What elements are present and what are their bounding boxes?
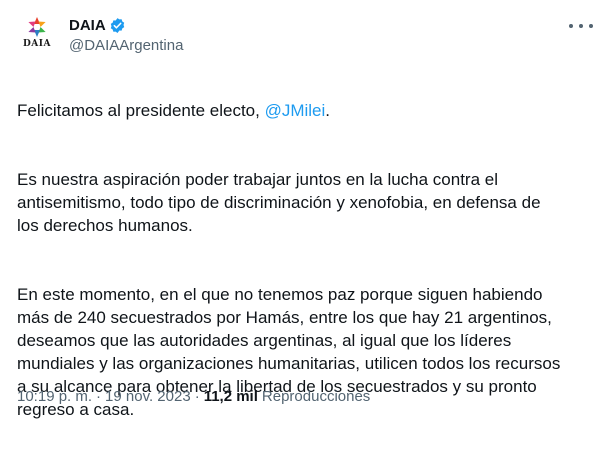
mention-link[interactable]: @JMilei	[265, 101, 326, 120]
views-label: Reproducciones	[261, 388, 371, 405]
avatar-logo-text: DAIA	[23, 39, 51, 49]
meta-separator: ·	[96, 388, 102, 405]
user-handle[interactable]: @DAIAArgentina	[69, 37, 183, 54]
paragraph-1-text: Felicitamos al presidente electo,	[17, 101, 265, 120]
tweet-paragraph-1: Felicitamos al presidente electo, @JMile…	[17, 99, 597, 122]
tweet-card: DAIA DAIA @DAIAArgentina Felicitamos al …	[0, 0, 610, 422]
avatar[interactable]: DAIA	[17, 15, 57, 55]
verified-badge-icon	[109, 17, 126, 34]
more-dot	[569, 24, 573, 28]
more-dot	[579, 24, 583, 28]
author-names: DAIA @DAIAArgentina	[69, 15, 183, 55]
more-dot	[589, 24, 593, 28]
more-icon[interactable]	[569, 17, 593, 35]
meta-separator: ·	[194, 388, 200, 405]
tweet-meta: 10:19 p. m. · 19 nov. 2023 · 11,2 mil Re…	[17, 388, 370, 405]
display-name[interactable]: DAIA	[69, 17, 106, 34]
tweet-time[interactable]: 10:19 p. m.	[17, 388, 92, 405]
tweet-text: Felicitamos al presidente electo, @JMile…	[17, 76, 597, 467]
tweet-paragraph-2: Es nuestra aspiración poder trabajar jun…	[17, 170, 541, 235]
paragraph-1-end: .	[325, 101, 331, 120]
tweet-date[interactable]: 19 nov. 2023	[105, 388, 191, 405]
daia-star-logo-icon	[28, 17, 46, 37]
display-name-row: DAIA	[69, 15, 183, 35]
views-count: 11,2 mil	[203, 388, 258, 405]
tweet-header: DAIA DAIA @DAIAArgentina	[17, 13, 593, 61]
